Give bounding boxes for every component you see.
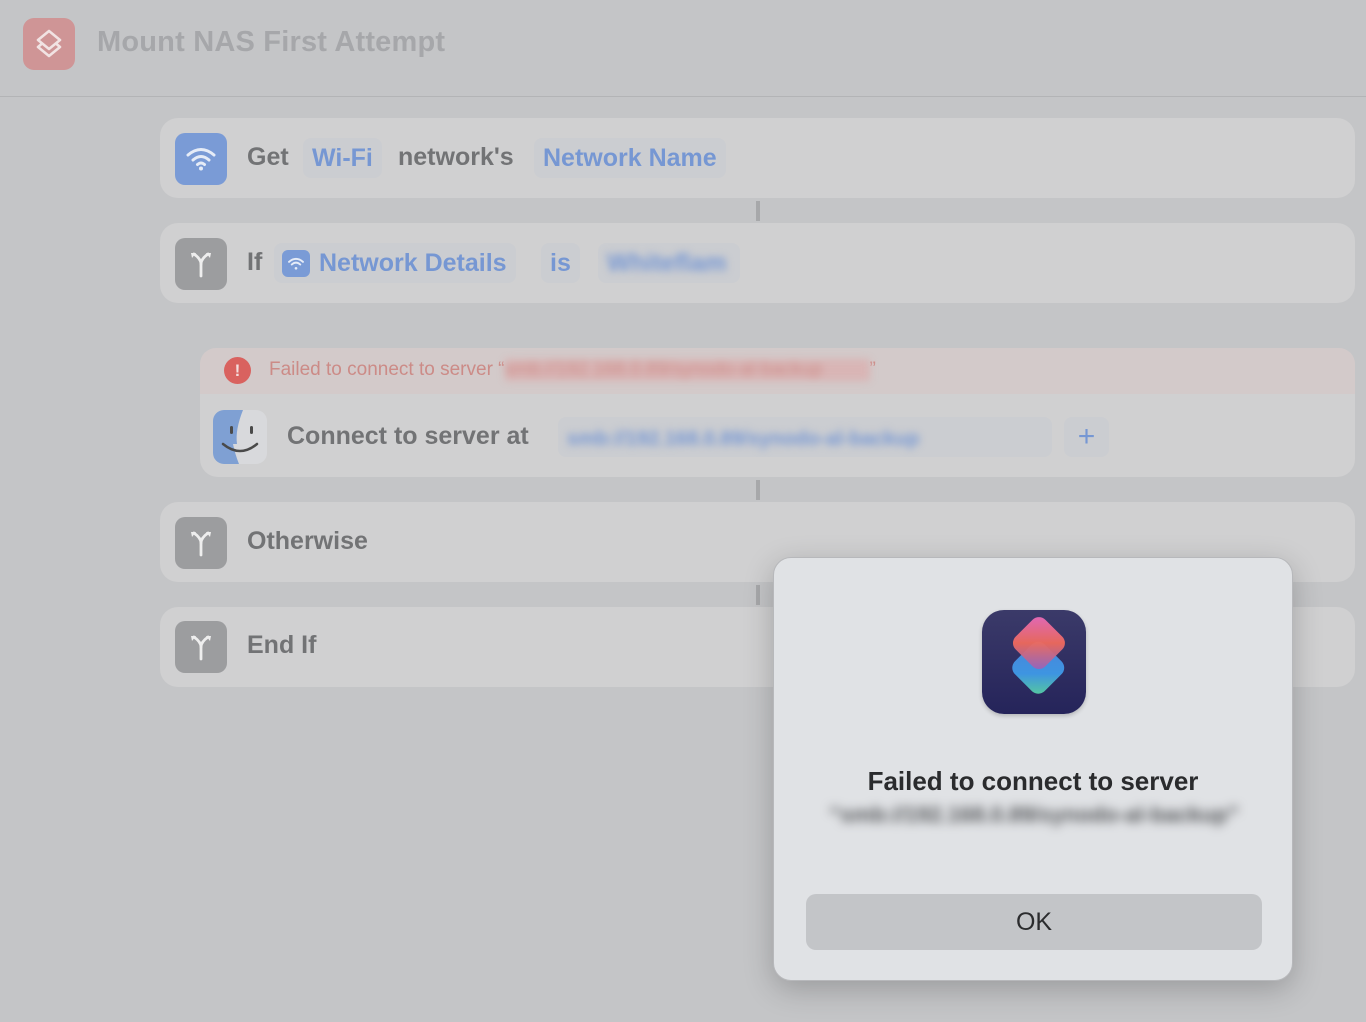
network-type-token[interactable]: Wi-Fi <box>303 138 382 178</box>
title-bar: Mount NAS First Attempt <box>0 0 1366 97</box>
action-connector-text: network's <box>398 143 514 171</box>
network-detail-token[interactable]: Network Name <box>534 138 726 178</box>
error-alert-dialog: Failed to connect to server “smb://192.1… <box>773 557 1293 981</box>
exclamation-icon: ! <box>224 357 251 384</box>
action-get-network-details[interactable]: Get Wi-Fi network's Network Name <box>160 118 1355 198</box>
branch-icon <box>175 517 227 569</box>
if-keyword: If <box>247 248 263 276</box>
error-server: smb://192.168.0.89/synodo-al-backup <box>504 359 870 381</box>
add-parameter-button[interactable]: + <box>1064 417 1109 457</box>
error-prefix: Failed to connect to server “ <box>269 359 505 380</box>
ok-button[interactable]: OK <box>806 894 1262 950</box>
action-verb: Get <box>247 143 289 171</box>
operator-token[interactable]: is <box>541 243 580 283</box>
server-address: smb://192.168.0.89/synodo-al-backup <box>567 428 920 450</box>
otherwise-label: Otherwise <box>247 527 368 555</box>
error-suffix: ” <box>869 359 876 380</box>
wifi-icon <box>282 250 310 277</box>
dialog-title: Failed to connect to server <box>867 766 1199 796</box>
end-if-label: End If <box>247 631 317 659</box>
comparison-value: Whiteflam <box>607 249 727 277</box>
action-connector-line <box>756 201 760 221</box>
comparison-value-token[interactable]: Whiteflam <box>598 243 740 283</box>
server-address-token[interactable]: smb://192.168.0.89/synodo-al-backup <box>558 417 1052 457</box>
action-connector-line <box>756 480 760 500</box>
connect-label: Connect to server at <box>287 422 529 450</box>
wifi-icon <box>175 133 227 185</box>
branch-icon <box>175 621 227 673</box>
shortcuts-app-icon <box>982 610 1086 714</box>
dialog-message: “smb://192.168.0.89/synodo-al-backup” <box>829 802 1239 827</box>
variable-token[interactable]: Network Details <box>274 243 516 283</box>
shortcut-title[interactable]: Mount NAS First Attempt <box>97 26 445 59</box>
action-connector-line <box>756 585 760 605</box>
action-if[interactable]: If Network Details is Whiteflam <box>160 223 1355 303</box>
finder-icon <box>213 410 267 464</box>
shortcuts-icon <box>23 18 75 70</box>
branch-icon <box>175 238 227 290</box>
error-message: Failed to connect to server “smb://192.1… <box>269 359 876 381</box>
variable-label: Network Details <box>319 249 507 277</box>
